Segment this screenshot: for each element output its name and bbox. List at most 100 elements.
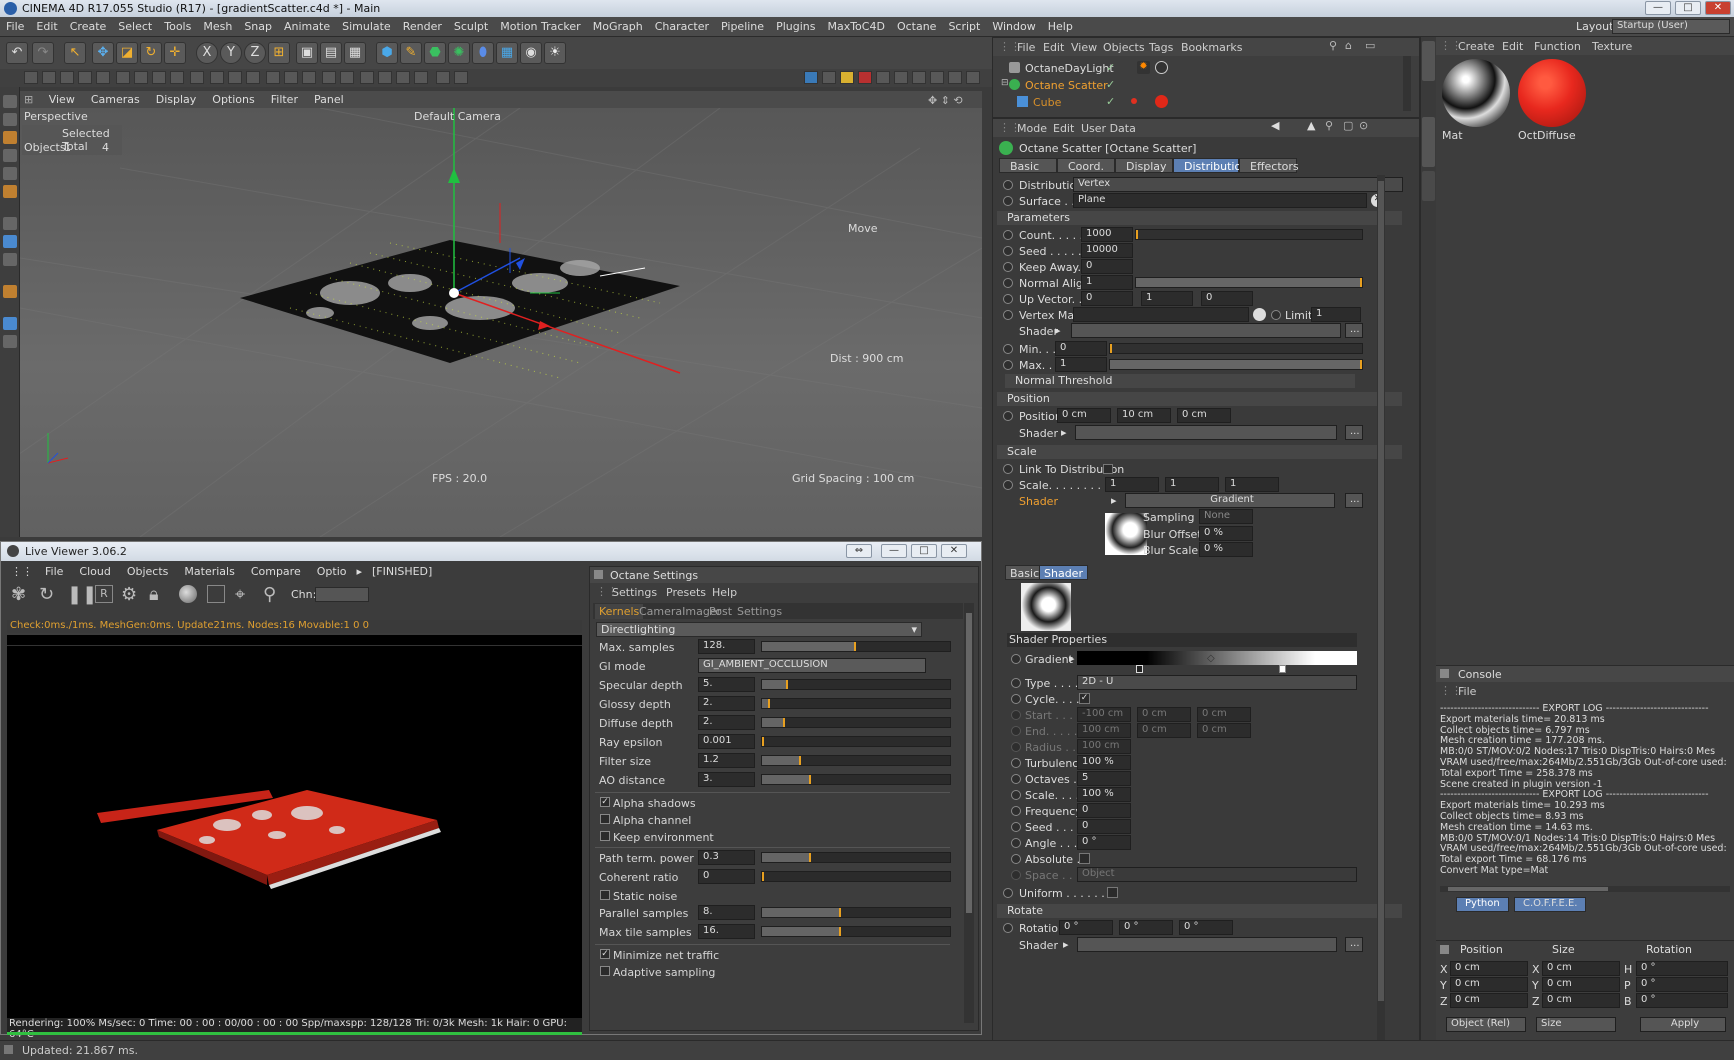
parameters-section[interactable]: Parameters [997,211,1402,225]
setting-checkbox[interactable] [600,814,610,824]
render-settings-icon[interactable]: ▦ [344,42,366,64]
console-tab-coffee[interactable]: C.O.F.F.E.E. [1514,897,1587,912]
octane-light-tag-icon[interactable]: ✹ [1137,61,1150,74]
octane-material-icon[interactable] [912,71,926,84]
menu-edit[interactable]: Edit [30,17,63,33]
setting-value-field[interactable]: 3. [698,772,755,787]
animate-radio[interactable] [1011,710,1021,720]
planar-workplane-icon[interactable] [3,317,17,330]
absolute-checkbox[interactable] [1079,853,1090,864]
send-scene-icon[interactable]: ✾ [11,584,26,605]
setting-slider[interactable] [761,907,951,918]
array-icon[interactable]: ✺ [448,42,470,64]
lv-menu-file[interactable]: File [37,564,71,579]
shader-scale-field[interactable]: 100 % [1077,787,1131,802]
scale-z-field[interactable]: 1 [1225,477,1279,492]
floor-icon[interactable]: ▦ [496,42,518,64]
polygons-mode-icon[interactable] [3,167,17,180]
setting-value-field[interactable]: 0.001 [698,734,755,749]
menu-motion-tracker[interactable]: Motion Tracker [494,17,586,33]
om-menu-file[interactable]: File [1017,41,1035,54]
max-field[interactable]: 1 [1055,357,1107,372]
pick-object-icon[interactable] [1253,308,1266,321]
viewport-menu-panel[interactable]: Panel [306,91,352,108]
min-slider[interactable] [1109,343,1363,354]
deformer-icon[interactable]: ⬮ [472,42,494,64]
octane-light-icon[interactable] [840,71,854,84]
lv-menu-objects[interactable]: Objects [119,564,177,579]
tool-icon[interactable] [116,71,130,84]
gradient-midpoint-handle[interactable]: ◇ [1207,653,1215,664]
start-z-field[interactable]: 0 cm [1197,707,1251,722]
setting-checkbox[interactable] [600,831,610,841]
animate-radio[interactable] [1011,742,1021,752]
up-arrow-icon[interactable]: ▲ [1307,119,1315,132]
menu-character[interactable]: Character [649,17,715,33]
os-menu-settings[interactable]: Settings [612,586,657,599]
viewport-menu-options[interactable]: Options [204,91,262,108]
live-viewer-maximize-button[interactable]: □ [911,544,937,558]
shader-menu-button[interactable]: ... [1345,937,1363,952]
setting-value-field[interactable]: 2. [698,715,755,730]
object-name[interactable]: Octane Scatter [1025,79,1108,92]
restart-render-icon[interactable]: ↻ [39,584,54,605]
setting-slider[interactable] [761,736,951,747]
setting-slider[interactable] [761,871,951,882]
shader-menu-button[interactable]: ... [1345,493,1363,508]
start-x-field[interactable]: -100 cm [1077,707,1131,722]
angle-field[interactable]: 0 ° [1077,835,1131,850]
keepaway-field[interactable]: 0 [1081,259,1133,274]
lock-icon[interactable]: ▢ [1343,119,1353,132]
kernel-dropdown[interactable]: Directlighting ▾ [596,622,922,637]
material-tag-icon[interactable] [1155,95,1168,108]
lv-menu-compare[interactable]: Compare [243,564,309,579]
octane-material-icon[interactable] [876,71,890,84]
apply-button[interactable]: Apply [1640,1017,1726,1032]
tool-icon[interactable] [152,71,166,84]
tweak-mode-icon[interactable] [3,217,17,230]
upvector-y-field[interactable]: 1 [1141,291,1193,306]
tab-post[interactable]: Post [705,604,736,619]
setting-value-field[interactable]: 16. [698,924,755,939]
shader-link-field[interactable] [1077,937,1337,952]
cycle-checkbox[interactable]: ✓ [1079,693,1090,704]
scrollbar-thumb[interactable] [1378,181,1384,1001]
animate-radio[interactable] [1003,411,1013,421]
lv-menu-options[interactable]: Optio [309,564,355,579]
normalalign-slider[interactable] [1135,277,1363,288]
size-field[interactable]: 0 cm [1542,993,1620,1008]
subdivision-icon[interactable]: ⬣ [424,42,446,64]
octane-tag-icon[interactable] [966,71,980,84]
mm-menu-function[interactable]: Function [1534,40,1581,53]
space-dropdown[interactable]: Object [1077,867,1357,882]
shader-menu-button[interactable]: ... [1345,425,1363,440]
menu-window[interactable]: Window [986,17,1041,33]
object-row[interactable]: ⊟ Octane Scatter ✓ [1001,77,1381,93]
limit-field[interactable]: 1 [1311,307,1361,322]
gradient-preview-thumbnail[interactable] [1105,513,1147,555]
animate-radio[interactable] [1003,923,1013,933]
menu-animate[interactable]: Animate [278,17,336,33]
menu-select[interactable]: Select [112,17,158,33]
setting-slider[interactable] [761,717,951,728]
live-viewer-close-button[interactable]: ✕ [941,544,967,558]
am-menu-edit[interactable]: Edit [1053,122,1074,135]
undo-icon[interactable]: ↶ [6,42,28,64]
setting-checkbox[interactable] [600,890,610,900]
setting-slider[interactable] [761,679,951,690]
animate-radio[interactable] [1003,480,1013,490]
animate-radio[interactable] [1011,678,1021,688]
scrollbar-thumb[interactable] [966,613,972,913]
x-axis-lock-icon[interactable]: X [196,42,218,64]
attr-tab-basic[interactable]: Basic [999,158,1057,173]
redo-icon[interactable]: ↷ [32,42,54,64]
shader-link-field[interactable] [1075,425,1337,440]
animate-radio[interactable] [1003,294,1013,304]
snap-icon[interactable] [3,235,17,248]
new-window-icon[interactable]: ⊙ [1359,119,1368,132]
tool-icon[interactable] [78,71,92,84]
tool-icon[interactable] [302,71,316,84]
shader-arrow-icon[interactable]: ▸ [1111,494,1117,507]
menu-plugins[interactable]: Plugins [770,17,821,33]
lv-menu-cloud[interactable]: Cloud [71,564,118,579]
